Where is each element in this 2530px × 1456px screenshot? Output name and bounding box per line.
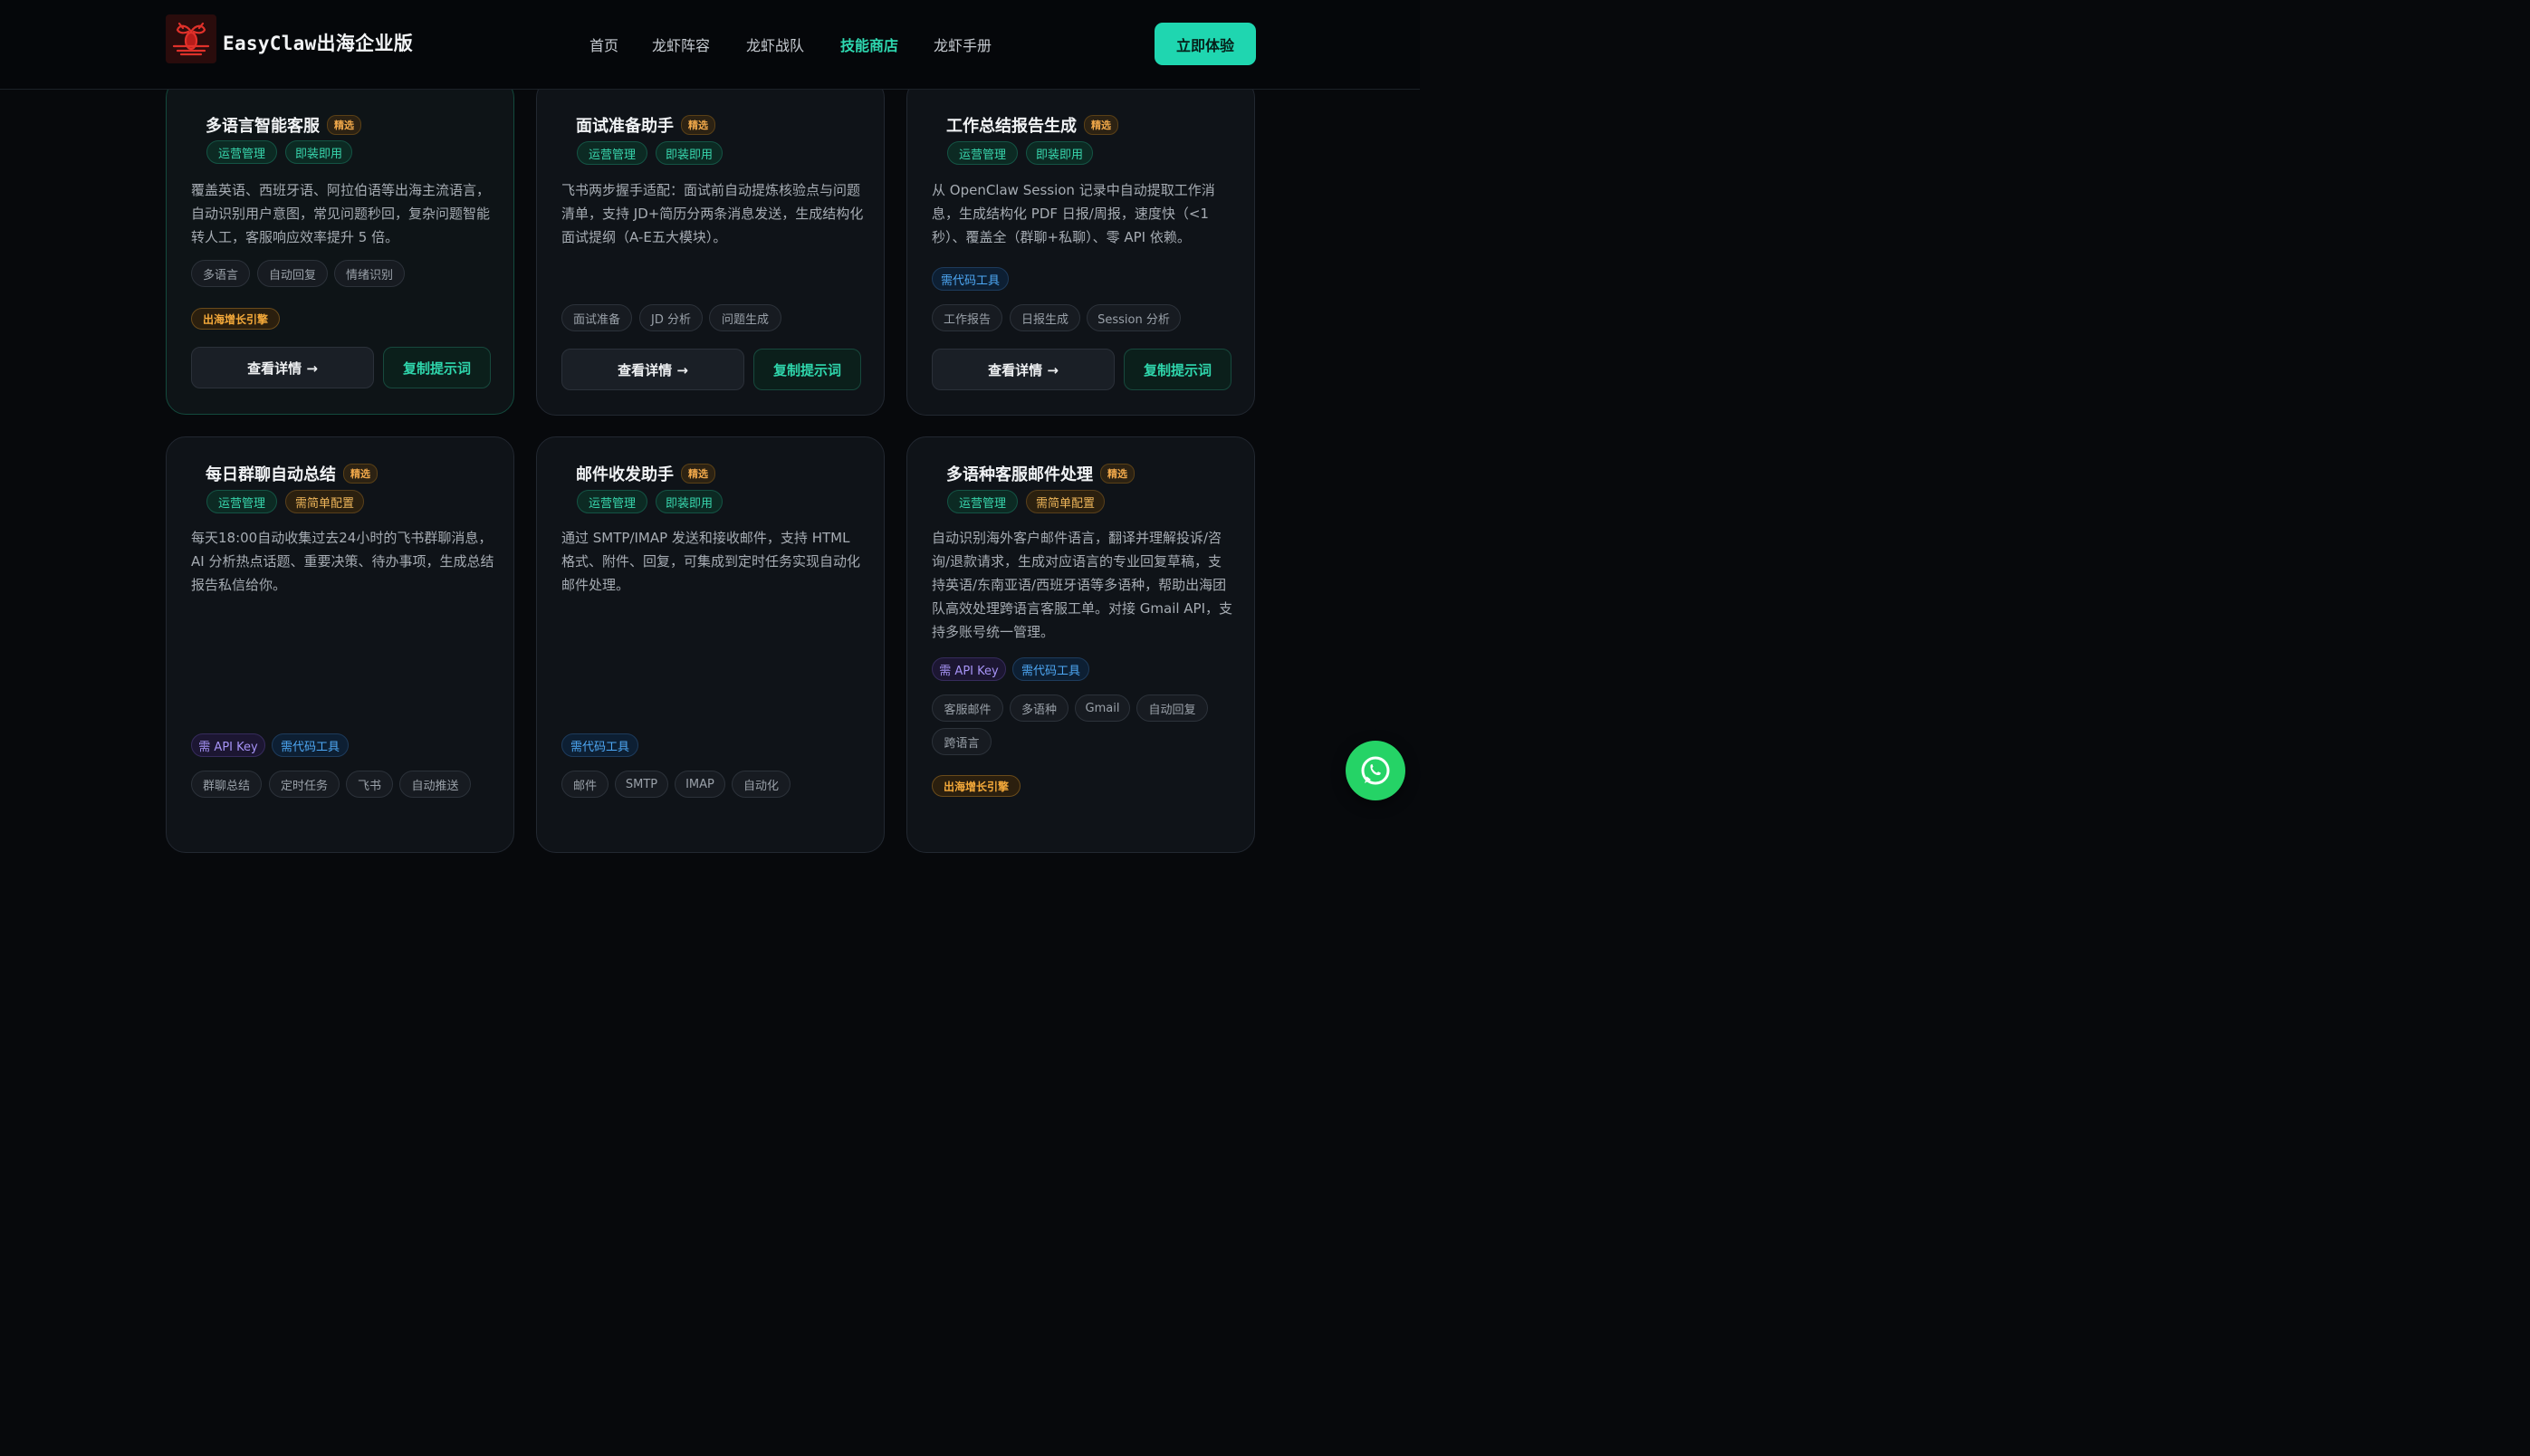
card-title: 面试准备助手 精选 — [576, 113, 715, 137]
featured-badge: 精选 — [327, 115, 361, 135]
category-badge: 即装即用 — [656, 141, 723, 165]
top-navbar: EasyClaw出海企业版 首页 龙虾阵容 龙虾战队 技能商店 龙虾手册 立即体… — [0, 0, 1420, 90]
tag-chip[interactable]: 自动推送 — [399, 771, 471, 798]
copy-prompt-button[interactable]: 复制提示词 — [1124, 349, 1231, 390]
nav-item-team[interactable]: 龙虾战队 — [746, 34, 804, 55]
tag-chip[interactable]: 飞书 — [346, 771, 393, 798]
category-badge: 运营管理 — [206, 140, 277, 164]
copy-prompt-button[interactable]: 复制提示词 — [383, 347, 491, 388]
category-badge: 运营管理 — [947, 490, 1018, 513]
requirement-badge: 需 API Key — [191, 733, 265, 757]
growth-engine-badge: 出海增长引擎 — [932, 775, 1021, 797]
tag-chip[interactable]: IMAP — [675, 771, 725, 798]
card-description: 通过 SMTP/IMAP 发送和接收邮件，支持 HTML 格式、附件、回复，可集… — [561, 530, 861, 593]
whatsapp-icon — [1361, 756, 1390, 785]
copy-prompt-button[interactable]: 复制提示词 — [753, 349, 861, 390]
tag-chip[interactable]: 工作报告 — [932, 304, 1002, 331]
view-details-button[interactable]: 查看详情 → — [561, 349, 744, 390]
requirement-badge: 需代码工具 — [932, 267, 1009, 291]
tag-chip[interactable]: 多语种 — [1010, 694, 1069, 722]
tag-chip[interactable]: 定时任务 — [269, 771, 340, 798]
tag-chip[interactable]: 自动化 — [732, 771, 791, 798]
card-description: 每天18:00自动收集过去24小时的飞书群聊消息，AI 分析热点话题、重要决策、… — [191, 530, 494, 593]
nav-item-handbook[interactable]: 龙虾手册 — [934, 34, 992, 55]
whatsapp-chat-button[interactable] — [1346, 741, 1405, 800]
requirement-badge: 需代码工具 — [1012, 657, 1089, 681]
nav-item-skill-store[interactable]: 技能商店 — [840, 34, 898, 55]
tag-chip[interactable]: 面试准备 — [561, 304, 632, 331]
skill-card: 多语种客服邮件处理 精选 运营管理 需简单配置 自动识别海外客户邮件语言，翻译并理… — [906, 436, 1255, 853]
tag-chip[interactable]: SMTP — [615, 771, 668, 798]
brand-name[interactable]: EasyClaw出海企业版 — [223, 29, 413, 56]
card-title: 工作总结报告生成 精选 — [946, 113, 1118, 137]
card-description: 自动识别海外客户邮件语言，翻译并理解投诉/咨询/退款请求，生成对应语言的专业回复… — [932, 530, 1233, 640]
card-title: 邮件收发助手 精选 — [576, 462, 715, 485]
category-badge: 运营管理 — [947, 141, 1018, 165]
card-title: 每日群聊自动总结 精选 — [206, 462, 378, 485]
requirement-badge: 需 API Key — [932, 657, 1006, 681]
tag-chip[interactable]: 情绪识别 — [334, 260, 405, 287]
category-badge: 运营管理 — [577, 490, 647, 513]
tag-chip[interactable]: 自动回复 — [257, 260, 328, 287]
skill-card: 面试准备助手 精选 运营管理 即装即用 飞书两步握手适配：面试前自动提炼核验点与问… — [536, 78, 885, 416]
tag-chip[interactable]: 多语言 — [191, 260, 250, 287]
view-details-button[interactable]: 查看详情 → — [191, 347, 374, 388]
category-badge: 即装即用 — [1026, 141, 1093, 165]
tag-chip[interactable]: 问题生成 — [709, 304, 781, 331]
category-badge: 需简单配置 — [1026, 490, 1105, 513]
category-badge: 运营管理 — [577, 141, 647, 165]
card-title: 多语言智能客服 精选 — [206, 113, 361, 137]
category-badge: 运营管理 — [206, 490, 277, 513]
lobster-logo-icon[interactable] — [166, 14, 216, 63]
featured-badge: 精选 — [681, 464, 715, 484]
nav-item-lineup[interactable]: 龙虾阵容 — [652, 34, 710, 55]
view-details-button[interactable]: 查看详情 → — [932, 349, 1115, 390]
tag-chip[interactable]: JD 分析 — [639, 304, 703, 331]
card-description: 覆盖英语、西班牙语、阿拉伯语等出海主流语言，自动识别用户意图，常见问题秒回，复杂… — [191, 182, 491, 245]
tag-chip[interactable]: 自动回复 — [1136, 694, 1208, 722]
requirement-badge: 需代码工具 — [272, 733, 349, 757]
tag-chip[interactable]: Gmail — [1075, 694, 1130, 722]
category-badge: 即装即用 — [656, 490, 723, 513]
featured-badge: 精选 — [1100, 464, 1135, 484]
tag-chip[interactable]: 群聊总结 — [191, 771, 262, 798]
tag-chip[interactable]: 日报生成 — [1010, 304, 1080, 331]
card-title: 多语种客服邮件处理 精选 — [946, 462, 1135, 485]
tag-chip[interactable]: 客服邮件 — [932, 694, 1003, 722]
featured-badge: 精选 — [1084, 115, 1118, 135]
nav-item-home[interactable]: 首页 — [589, 34, 618, 55]
category-badge: 即装即用 — [285, 140, 352, 164]
featured-badge: 精选 — [343, 464, 378, 484]
card-description: 从 OpenClaw Session 记录中自动提取工作消息，生成结构化 PDF… — [932, 182, 1215, 245]
category-badge: 需简单配置 — [285, 490, 364, 513]
skill-card: 每日群聊自动总结 精选 运营管理 需简单配置 每天18:00自动收集过去24小时的… — [166, 436, 514, 853]
tag-chip[interactable]: Session 分析 — [1087, 304, 1181, 331]
skill-card: 邮件收发助手 精选 运营管理 即装即用 通过 SMTP/IMAP 发送和接收邮件，… — [536, 436, 885, 853]
featured-badge: 精选 — [681, 115, 715, 135]
skill-card: 工作总结报告生成 精选 运营管理 即装即用 从 OpenClaw Session … — [906, 78, 1255, 416]
tag-chip[interactable]: 邮件 — [561, 771, 609, 798]
tag-chip[interactable]: 跨语言 — [932, 728, 992, 755]
skill-card: 多语言智能客服 精选 运营管理 即装即用 覆盖英语、西班牙语、阿拉伯语等出海主流语… — [166, 78, 514, 415]
card-description: 飞书两步握手适配：面试前自动提炼核验点与问题清单，支持 JD+简历分两条消息发送… — [561, 182, 864, 245]
try-now-button[interactable]: 立即体验 — [1155, 23, 1256, 65]
requirement-badge: 需代码工具 — [561, 733, 638, 757]
growth-engine-badge: 出海增长引擎 — [191, 308, 280, 330]
